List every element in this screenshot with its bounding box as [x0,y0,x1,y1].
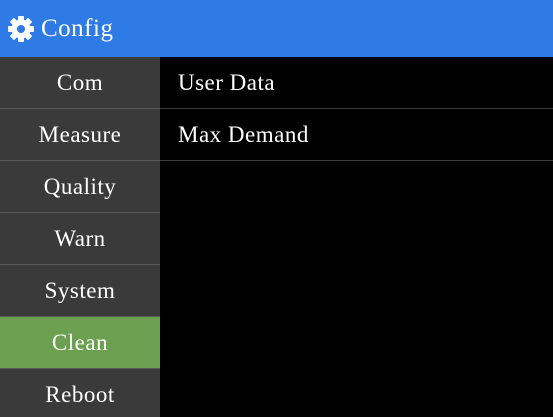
clean-option-max-demand[interactable]: Max Demand [160,109,553,161]
sidebar-item-system[interactable]: System [0,265,160,317]
clean-option-user-data[interactable]: User Data [160,57,553,109]
sidebar-item-reboot[interactable]: Reboot [0,369,160,417]
sidebar-item-com[interactable]: Com [0,57,160,109]
sidebar: Com Measure Quality Warn System Clean Re… [0,57,160,417]
sidebar-item-clean[interactable]: Clean [0,317,160,369]
config-screen: Config Com Measure Quality Warn System C… [0,0,553,417]
sidebar-item-warn[interactable]: Warn [0,213,160,265]
page-title: Config [41,14,114,42]
title-bar: Config [0,0,553,57]
sidebar-item-quality[interactable]: Quality [0,161,160,213]
sidebar-item-measure[interactable]: Measure [0,109,160,161]
gear-icon [7,15,35,43]
content-panel: User Data Max Demand [160,57,553,417]
